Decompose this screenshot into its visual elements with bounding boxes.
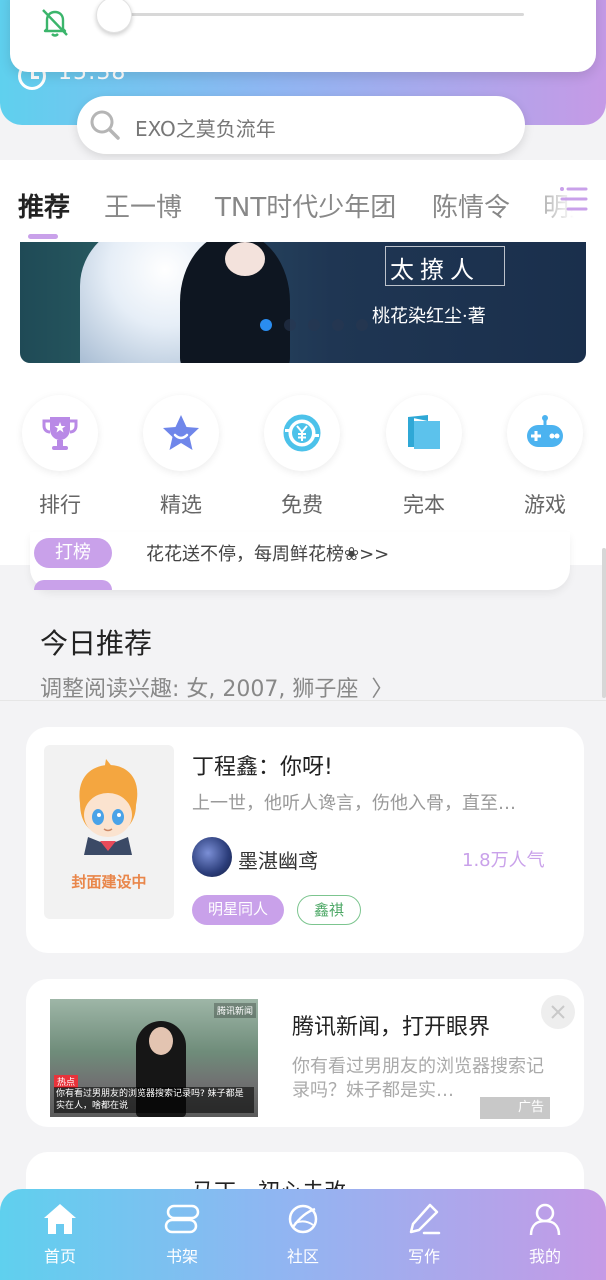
pen-icon — [409, 1203, 441, 1235]
search-bar[interactable]: EXO之莫负流年 — [77, 96, 525, 154]
section-title: 今日推荐 — [40, 627, 153, 660]
category-label: 免费 — [281, 493, 323, 517]
nav-bookshelf[interactable]: 书架 — [142, 1201, 222, 1267]
planet-icon — [288, 1204, 318, 1234]
nav-profile[interactable]: 我的 — [505, 1201, 585, 1267]
bookshelf-icon — [164, 1204, 200, 1234]
author-avatar — [192, 837, 232, 877]
chevron-right-icon: 〉 — [371, 677, 394, 702]
search-placeholder: EXO之莫负流年 — [135, 117, 276, 141]
category-games[interactable]: 游戏 — [507, 395, 583, 519]
category-label: 游戏 — [524, 493, 566, 517]
nav-home[interactable]: 首页 — [20, 1201, 100, 1267]
reading-interest-label: 调整阅读兴趣: 女, 2007, 狮子座 — [40, 677, 359, 702]
scrollbar[interactable] — [602, 548, 606, 698]
category-completed[interactable]: 完本 — [386, 395, 462, 519]
reading-interest-link[interactable]: 调整阅读兴趣: 女, 2007, 狮子座 〉 — [40, 671, 393, 703]
user-icon — [529, 1203, 561, 1236]
bottom-nav: 首页 书架 社区 写作 我的 — [0, 1189, 606, 1280]
volume-slider-track[interactable] — [112, 13, 524, 16]
banner[interactable]: 太撩人 桃花染红尘·著 — [20, 242, 586, 363]
book-icon — [408, 415, 440, 449]
banner-dot — [332, 319, 344, 331]
nav-community[interactable]: 社区 — [263, 1201, 343, 1267]
category-label: 精选 — [160, 493, 202, 517]
tab-chen-qing-ling[interactable]: 陈情令 — [432, 187, 510, 224]
banner-author: 桃花染红尘·著 — [372, 306, 486, 327]
banner-dot — [308, 319, 320, 331]
star-icon — [163, 415, 199, 450]
search-icon — [90, 110, 120, 140]
nav-label: 社区 — [286, 1247, 319, 1266]
category-label: 完本 — [403, 493, 445, 517]
ad-title: 腾讯新闻，打开眼界 — [292, 1015, 491, 1040]
cover-text: 封面建设中 — [71, 873, 147, 891]
tab-tnt[interactable]: TNT时代少年团 — [215, 187, 396, 224]
ad-description: 你有看过男朋友的浏览器搜索记录吗？妹子都是实… — [292, 1056, 544, 1101]
nav-label: 写作 — [407, 1247, 440, 1266]
gamepad-icon — [527, 415, 563, 447]
home-icon — [44, 1204, 76, 1234]
book-description: 上一世，他听人谗言，伤他入骨，直至… — [192, 793, 516, 814]
category-featured[interactable]: 精选 — [143, 395, 219, 519]
cover-placeholder-mascot-icon — [79, 759, 138, 855]
book-cover: 封面建设中 — [44, 745, 174, 919]
book-title: 丁程鑫：你呀! — [192, 755, 333, 780]
close-ad-button[interactable] — [541, 995, 575, 1029]
nav-label: 书架 — [165, 1247, 198, 1266]
ad-image: 腾讯新闻 热点 你有看过男朋友的浏览器搜索记录吗? 妹子都是实在人，啥都在说 — [50, 999, 258, 1117]
active-tab-indicator — [28, 234, 58, 239]
ad-image-caption: 你有看过男朋友的浏览器搜索记录吗? 妹子都是实在人，啥都在说 — [54, 1087, 254, 1113]
notice-text: 花花送不停，每周鲜花榜❀>> — [146, 544, 390, 565]
bell-muted-icon[interactable] — [38, 5, 72, 39]
notice-badge: 打榜 — [34, 538, 112, 568]
author-name: 墨湛幽鸢 — [238, 849, 318, 873]
ad-label: 广告 — [480, 1097, 550, 1119]
category-label: 排行 — [39, 493, 81, 517]
book-tag[interactable]: 鑫祺 — [297, 895, 361, 925]
close-icon — [551, 1005, 565, 1019]
yen-coin-icon — [283, 414, 321, 452]
ad-card[interactable]: 腾讯新闻 热点 你有看过男朋友的浏览器搜索记录吗? 妹子都是实在人，啥都在说 腾… — [26, 979, 584, 1127]
nav-label: 首页 — [43, 1247, 76, 1266]
book-card[interactable]: 封面建设中 丁程鑫：你呀! 上一世，他听人谗言，伤他入骨，直至… 墨湛幽鸢 1.… — [26, 727, 584, 953]
volume-slider-knob[interactable] — [96, 0, 132, 33]
banner-title: 太撩人 — [390, 256, 480, 284]
volume-panel — [10, 0, 596, 72]
category-tabs: 推荐 王一博 TNT时代少年团 陈情令 明星 — [0, 160, 606, 242]
tab-recommend[interactable]: 推荐 — [18, 187, 70, 224]
category-free[interactable]: 免费 — [264, 395, 340, 519]
banner-dot — [284, 319, 296, 331]
banner-dot-active — [260, 319, 272, 331]
nav-write[interactable]: 写作 — [384, 1201, 464, 1267]
banner-dot — [356, 319, 368, 331]
notice-card[interactable]: 打榜 花花送不停，每周鲜花榜❀>> — [30, 532, 570, 590]
category-ranking[interactable]: 排行 — [22, 395, 98, 519]
book-tag[interactable]: 明星同人 — [192, 895, 284, 925]
ad-image-logo: 腾讯新闻 — [214, 1003, 257, 1018]
tab-wang-yibo[interactable]: 王一博 — [104, 187, 182, 224]
nav-label: 我的 — [528, 1247, 561, 1266]
tab-menu-icon[interactable] — [558, 183, 592, 217]
popularity-count: 1.8万人气 — [462, 850, 545, 871]
trophy-icon — [42, 417, 78, 450]
